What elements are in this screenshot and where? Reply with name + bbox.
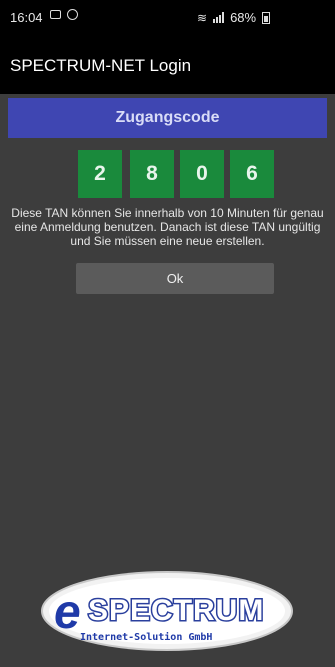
- tan-info-text: Diese TAN können Sie innerhalb von 10 Mi…: [11, 206, 324, 248]
- code-digit: 2: [78, 150, 122, 198]
- logo-graphic: e SPECTRUM Internet-Solution GmbH: [41, 571, 293, 651]
- app-title: SPECTRUM-NET Login: [10, 56, 192, 75]
- status-indicators: ≋ 68%: [197, 10, 271, 25]
- status-time: 16:04: [10, 10, 43, 25]
- notification-icons: [50, 9, 78, 20]
- signal-icon: [213, 12, 225, 23]
- gallery-notification-icon: [50, 10, 61, 19]
- code-digit: 0: [180, 150, 224, 198]
- ok-button[interactable]: Ok: [76, 263, 274, 294]
- logo-tagline: Internet-Solution GmbH: [80, 631, 212, 643]
- app-bar: SPECTRUM-NET Login: [0, 36, 335, 94]
- logo-letter-e: e: [54, 586, 81, 639]
- espectrum-logo: e SPECTRUM Internet-Solution GmbH: [40, 570, 295, 652]
- wifi-icon: ≋: [197, 10, 208, 25]
- app-notification-icon: [67, 9, 78, 20]
- tan-code: 2 8 0 6: [0, 150, 335, 198]
- status-bar: 16:04 ≋ 68%: [0, 0, 335, 36]
- code-digit: 8: [130, 150, 174, 198]
- logo-brand: SPECTRUM: [88, 594, 264, 627]
- code-digit: 6: [230, 150, 274, 198]
- battery-icon: [262, 11, 271, 24]
- access-code-header: Zugangscode: [8, 98, 327, 138]
- battery-percent: 68%: [230, 10, 257, 25]
